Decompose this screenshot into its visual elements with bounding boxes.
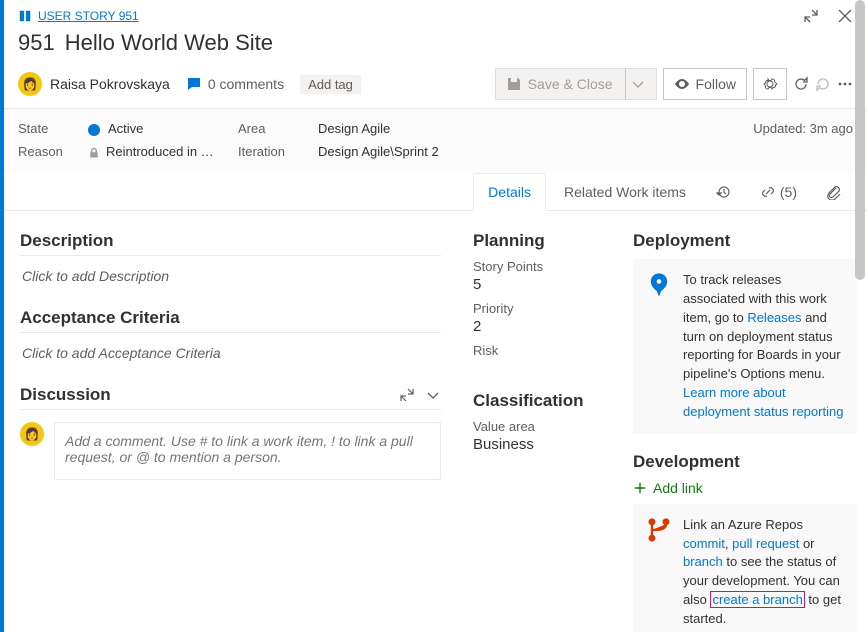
expand-icon[interactable] (803, 8, 819, 24)
refresh-icon[interactable] (793, 76, 809, 92)
releases-link[interactable]: Releases (747, 310, 801, 325)
iteration-value[interactable]: Design Agile\Sprint 2 (318, 144, 743, 159)
learn-more-link[interactable]: Learn more about deployment status repor… (683, 385, 843, 419)
discussion-heading: Discussion (20, 385, 111, 405)
priority-label: Priority (473, 301, 601, 316)
create-branch-link[interactable]: create a branch (712, 592, 802, 607)
add-tag-button[interactable]: Add tag (300, 75, 361, 94)
history-icon (716, 184, 732, 200)
save-icon (506, 76, 522, 92)
deployment-info: To track releases associated with this w… (633, 259, 857, 434)
attachment-icon (825, 184, 841, 200)
eye-icon (674, 76, 690, 92)
gear-icon (762, 76, 778, 92)
undo-icon[interactable] (815, 76, 831, 92)
comments-count[interactable]: 0 comments (186, 76, 284, 92)
risk-value[interactable] (473, 360, 601, 377)
commit-link[interactable]: commit (683, 536, 725, 551)
development-heading: Development (633, 452, 857, 472)
close-icon[interactable] (837, 8, 853, 24)
state-value[interactable]: Active (88, 121, 228, 136)
rocket-icon (645, 271, 673, 299)
add-link-button[interactable]: Add link (633, 480, 857, 496)
story-points-value[interactable]: 5 (473, 276, 601, 293)
save-close-button[interactable]: Save & Close (495, 68, 657, 100)
branch-link[interactable]: branch (683, 554, 723, 569)
scrollbar[interactable] (853, 211, 867, 632)
risk-label: Risk (473, 343, 601, 358)
story-points-label: Story Points (473, 259, 601, 274)
branch-icon (645, 516, 673, 544)
acceptance-heading: Acceptance Criteria (20, 308, 441, 333)
acceptance-field[interactable]: Click to add Acceptance Criteria (20, 339, 441, 379)
area-label: Area (238, 121, 308, 136)
area-value[interactable]: Design Agile (318, 121, 743, 136)
more-icon[interactable] (837, 76, 853, 92)
reason-value[interactable]: Reintroduced in … (88, 144, 228, 159)
iteration-label: Iteration (238, 144, 308, 159)
comment-icon (186, 76, 202, 92)
link-icon (760, 184, 776, 200)
assignee[interactable]: 👩 Raisa Pokrovskaya (18, 72, 170, 96)
pull-request-link[interactable]: pull request (732, 536, 799, 551)
description-heading: Description (20, 231, 441, 256)
tab-history[interactable] (704, 174, 744, 210)
classification-heading: Classification (473, 391, 601, 411)
tab-details[interactable]: Details (473, 173, 546, 211)
value-area-label: Value area (473, 419, 601, 434)
development-info: Link an Azure Repos commit, pull request… (633, 504, 857, 632)
chevron-down-icon[interactable] (630, 76, 646, 92)
planning-heading: Planning (473, 231, 601, 251)
reason-label: Reason (18, 144, 78, 159)
settings-button[interactable] (753, 68, 787, 100)
lock-icon (88, 147, 100, 159)
value-area-value[interactable]: Business (473, 436, 601, 453)
avatar: 👩 (20, 422, 44, 446)
description-field[interactable]: Click to add Description (20, 262, 441, 302)
follow-button[interactable]: Follow (663, 68, 747, 100)
priority-value[interactable]: 2 (473, 318, 601, 335)
state-label: State (18, 121, 78, 136)
expand-discussion-icon[interactable] (399, 387, 415, 403)
tab-related[interactable]: Related Work items (550, 174, 700, 210)
plus-icon (633, 481, 647, 495)
breadcrumb-link[interactable]: USER STORY 951 (38, 9, 139, 23)
comment-input[interactable] (54, 422, 441, 480)
work-item-title: 951Hello World Web Site (4, 24, 867, 64)
book-icon (18, 9, 32, 23)
deployment-heading: Deployment (633, 231, 857, 251)
avatar: 👩 (18, 72, 42, 96)
tab-attachments[interactable] (813, 174, 853, 210)
chevron-down-icon[interactable] (425, 387, 441, 403)
updated-text: Updated: 3m ago (753, 121, 853, 136)
tab-links[interactable]: (5) (748, 174, 809, 210)
